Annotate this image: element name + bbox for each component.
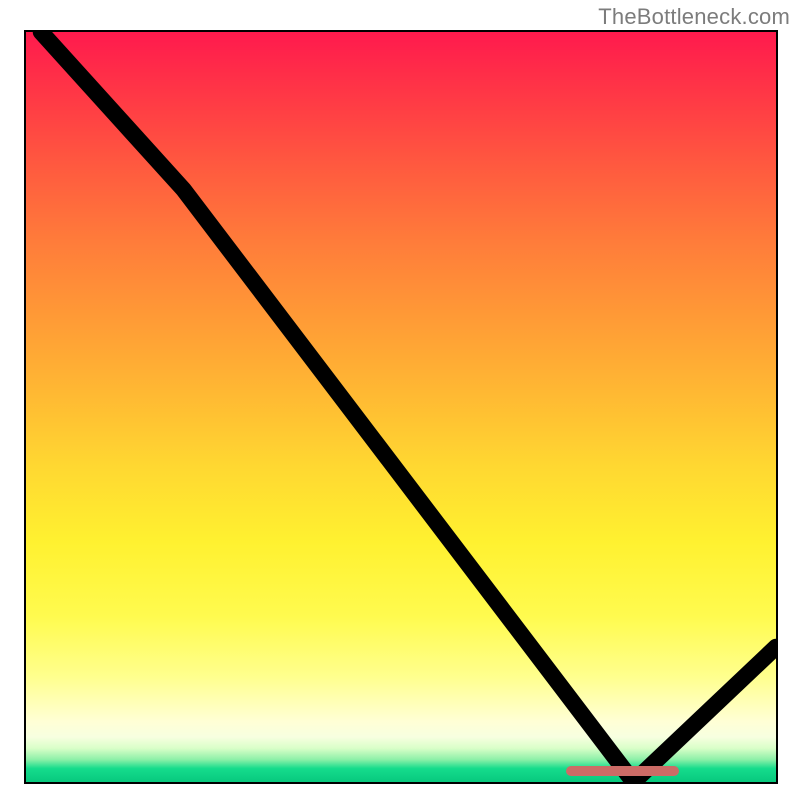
optimal-range-marker — [566, 766, 679, 776]
curve-line — [41, 32, 776, 782]
plot-area — [24, 30, 778, 784]
attribution-text: TheBottleneck.com — [598, 4, 790, 30]
bottleneck-curve — [26, 32, 776, 782]
chart-container: TheBottleneck.com — [0, 0, 800, 800]
